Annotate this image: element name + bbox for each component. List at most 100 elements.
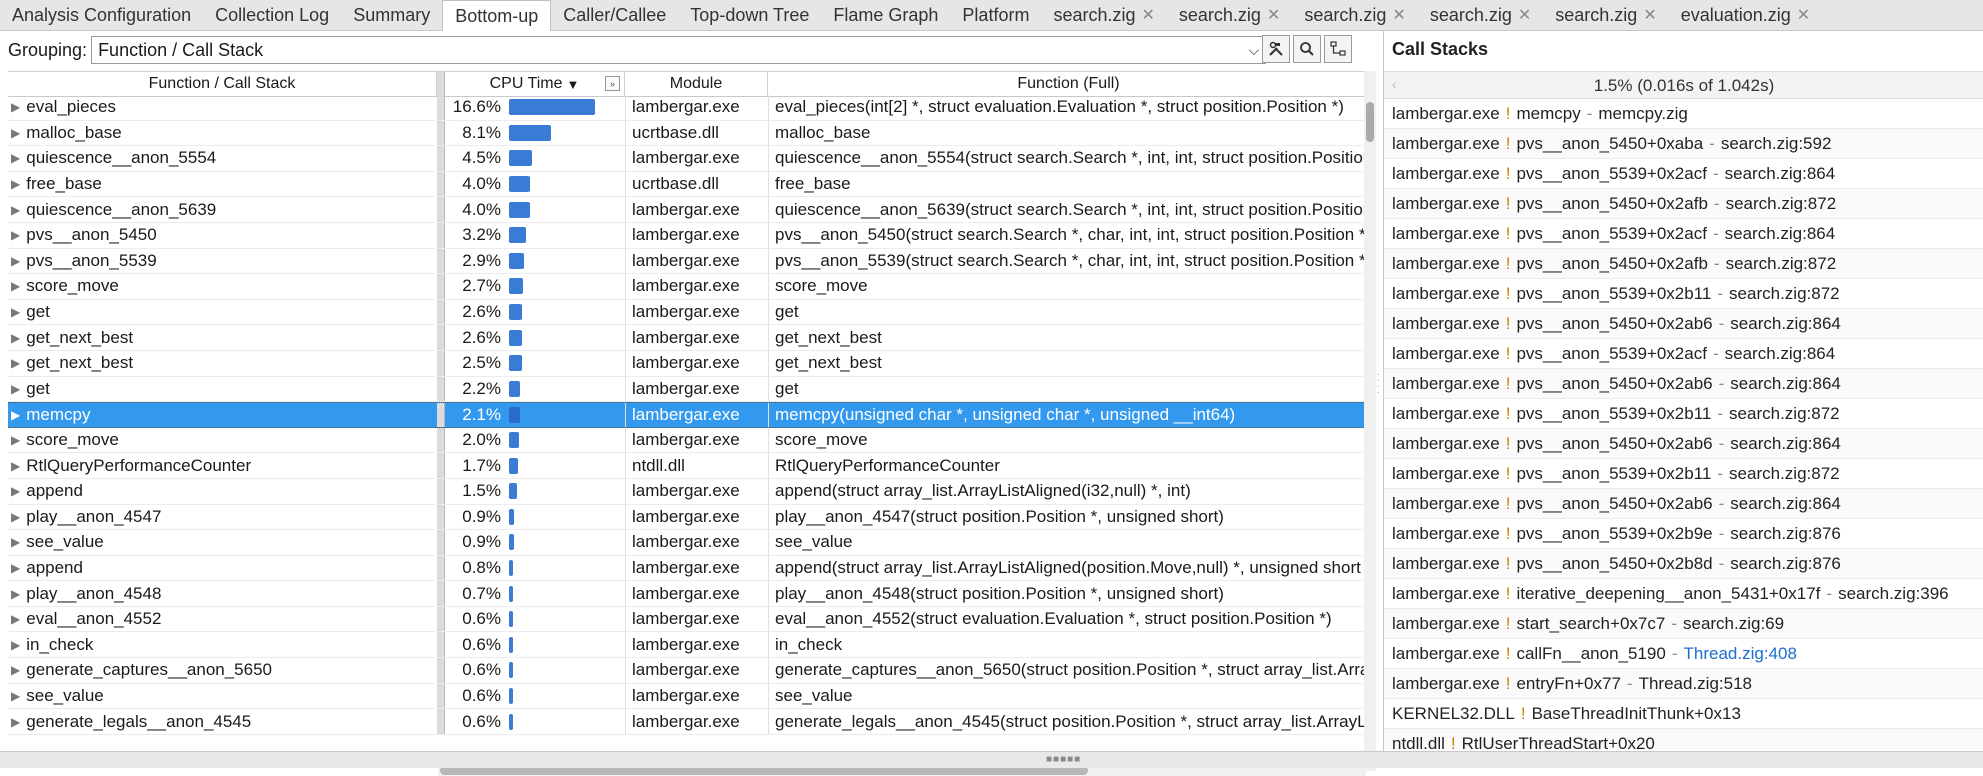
call-stack-frame[interactable]: lambergar.exe! pvs__anon_5539+0x2acf - sear… <box>1384 219 1983 249</box>
tab-caller-callee[interactable]: Caller/Callee <box>551 0 678 30</box>
expand-arrow-icon[interactable]: ▶ <box>11 715 20 729</box>
call-stack-frame[interactable]: lambergar.exe! pvs__anon_5539+0x2acf - sear… <box>1384 339 1983 369</box>
call-stack-frame[interactable]: lambergar.exe! pvs__anon_5450+0x2ab6- sear… <box>1384 489 1983 519</box>
panel-splitter[interactable]: · · · · <box>1375 370 1381 402</box>
expand-arrow-icon[interactable]: ▶ <box>11 228 20 242</box>
call-stack-frame[interactable]: lambergar.exe! pvs__anon_5539+0x2b11- sear… <box>1384 399 1983 429</box>
close-tab-icon[interactable]: ✕ <box>1643 5 1656 25</box>
call-graph-button[interactable] <box>1324 35 1352 63</box>
expand-arrow-icon[interactable]: ▶ <box>11 638 20 652</box>
expand-arrow-icon[interactable]: ▶ <box>11 356 20 370</box>
expand-arrow-icon[interactable]: ▶ <box>11 561 20 575</box>
expand-arrow-icon[interactable]: ▶ <box>11 408 20 422</box>
call-stack-frame[interactable]: lambergar.exe! pvs__anon_5539+0x2b11- sear… <box>1384 459 1983 489</box>
table-row[interactable]: ▶ see_value 0.9% lambergar.exe see_value <box>8 530 1370 556</box>
expand-arrow-icon[interactable]: ▶ <box>11 100 20 114</box>
table-row[interactable]: ▶ malloc_base 8.1% ucrtbase.dll malloc_base <box>8 120 1370 147</box>
bottom-splitter-grip[interactable]: ■■■■■ <box>1046 754 1081 765</box>
tab-top-down-tree[interactable]: Top-down Tree <box>678 0 821 30</box>
column-header-function-full[interactable]: Function (Full) <box>768 72 1370 96</box>
call-stack-frame[interactable]: lambergar.exe! pvs__anon_5450+0x2ab6- sear… <box>1384 429 1983 459</box>
table-row[interactable]: ▶ memcpy 2.1% lambergar.exe memcpy(unsigned … <box>8 402 1370 428</box>
call-stack-frame[interactable]: lambergar.exe! pvs__anon_5539+0x2acf - sear… <box>1384 159 1983 189</box>
table-row[interactable]: ▶ in_check 0.6% lambergar.exe in_check <box>8 632 1370 659</box>
close-tab-icon[interactable]: ✕ <box>1142 5 1155 25</box>
expand-arrow-icon[interactable]: ▶ <box>11 663 20 677</box>
call-stack-frame[interactable]: KERNEL32.DLL! BaseThreadInitThunk+0x13 <box>1384 699 1983 729</box>
table-row[interactable]: ▶ score_move 2.0% lambergar.exe score_move <box>8 427 1370 454</box>
table-row[interactable]: ▶ append 0.8% lambergar.exe append(struct ar… <box>8 555 1370 582</box>
table-row[interactable]: ▶ play__anon_4547 0.9% lambergar.exe play__a… <box>8 504 1370 531</box>
table-row[interactable]: ▶ append 1.5% lambergar.exe append(struct ar… <box>8 478 1370 505</box>
call-stack-frame[interactable]: ntdll.dll! RtlUserThreadStart+0x20 <box>1384 729 1983 749</box>
call-stack-frame[interactable]: lambergar.exe! pvs__anon_5539+0x2b9e - sear… <box>1384 519 1983 549</box>
table-row[interactable]: ▶ quiescence__anon_5639 4.0% lambergar.exe q… <box>8 197 1370 223</box>
call-stack-frame[interactable]: lambergar.exe! entryFn+0x77- Thread.zig:51… <box>1384 669 1983 699</box>
expand-arrow-icon[interactable]: ▶ <box>11 510 20 524</box>
call-stack-frame[interactable]: lambergar.exe! pvs__anon_5450+0x2ab6- sear… <box>1384 309 1983 339</box>
table-row[interactable]: ▶ get_next_best 2.6% lambergar.exe get_next_… <box>8 325 1370 351</box>
column-header-cpu-time[interactable]: CPU Time ▼ » <box>445 72 625 96</box>
tab-search-zig-8[interactable]: search.zig ✕ <box>1041 0 1166 30</box>
tab-platform[interactable]: Platform <box>950 0 1041 30</box>
expand-arrow-icon[interactable]: ▶ <box>11 612 20 626</box>
tab-search-zig-11[interactable]: search.zig ✕ <box>1418 0 1543 30</box>
table-row[interactable]: ▶ generate_legals__anon_4545 0.6% lambergar… <box>8 709 1370 735</box>
close-tab-icon[interactable]: ✕ <box>1392 5 1405 25</box>
expand-arrow-icon[interactable]: ▶ <box>11 305 20 319</box>
expand-column-icon[interactable]: » <box>605 76 620 91</box>
table-row[interactable]: ▶ get 2.2% lambergar.exe get <box>8 376 1370 403</box>
search-button[interactable] <box>1293 35 1321 63</box>
column-header-module[interactable]: Module <box>625 72 768 96</box>
expand-arrow-icon[interactable]: ▶ <box>11 459 20 473</box>
table-row[interactable]: ▶ pvs__anon_5450 3.2% lambergar.exe pvs__ano… <box>8 222 1370 249</box>
table-row[interactable]: ▶ RtlQueryPerformanceCounter 1.7% ntdll.dll… <box>8 453 1370 479</box>
close-tab-icon[interactable]: ✕ <box>1797 5 1810 25</box>
tab-collection-log[interactable]: Collection Log <box>203 0 341 30</box>
table-row[interactable]: ▶ quiescence__anon_5554 4.5% lambergar.exe q… <box>8 146 1370 172</box>
tab-search-zig-10[interactable]: search.zig ✕ <box>1292 0 1417 30</box>
vertical-scrollbar[interactable] <box>1364 71 1376 771</box>
vertical-scroll-thumb[interactable] <box>1366 102 1374 142</box>
call-stack-frame[interactable]: lambergar.exe! memcpy - memcpy.zig <box>1384 99 1983 129</box>
expand-arrow-icon[interactable]: ▶ <box>11 254 20 268</box>
expand-arrow-icon[interactable]: ▶ <box>11 331 20 345</box>
tab-analysis-configuration[interactable]: Analysis Configuration <box>0 0 203 30</box>
table-row[interactable]: ▶ eval_pieces 16.6% lambergar.exe eval_piece… <box>8 95 1370 121</box>
table-row[interactable]: ▶ free_base 4.0% ucrtbase.dll free_base <box>8 171 1370 198</box>
expand-arrow-icon[interactable]: ▶ <box>11 177 20 191</box>
table-row[interactable]: ▶ play__anon_4548 0.7% lambergar.exe play__a… <box>8 581 1370 607</box>
call-stack-frame[interactable]: lambergar.exe! pvs__anon_5539+0x2b11- sear… <box>1384 279 1983 309</box>
table-row[interactable]: ▶ score_move 2.7% lambergar.exe score_move <box>8 274 1370 300</box>
frame-source[interactable]: Thread.zig:408 <box>1684 644 1797 664</box>
table-row[interactable]: ▶ see_value 0.6% lambergar.exe see_value <box>8 683 1370 710</box>
table-row[interactable]: ▶ get_next_best 2.5% lambergar.exe get_next_… <box>8 350 1370 377</box>
column-header-function[interactable]: Function / Call Stack <box>8 72 437 96</box>
call-stack-frame[interactable]: lambergar.exe! callFn__anon_5190- Thread.z… <box>1384 639 1983 669</box>
expand-arrow-icon[interactable]: ▶ <box>11 203 20 217</box>
table-row[interactable]: ▶ pvs__anon_5539 2.9% lambergar.exe pvs__ano… <box>8 248 1370 275</box>
tools-button[interactable] <box>1262 35 1290 63</box>
call-stack-frame[interactable]: lambergar.exe! start_search+0x7c7- search.… <box>1384 609 1983 639</box>
call-stack-frame[interactable]: lambergar.exe! pvs__anon_5450+0xaba - searc… <box>1384 129 1983 159</box>
table-row[interactable]: ▶ get 2.6% lambergar.exe get <box>8 299 1370 326</box>
expand-arrow-icon[interactable]: ▶ <box>11 587 20 601</box>
expand-arrow-icon[interactable]: ▶ <box>11 484 20 498</box>
expand-arrow-icon[interactable]: ▶ <box>11 126 20 140</box>
tab-search-zig-9[interactable]: search.zig ✕ <box>1167 0 1292 30</box>
call-stack-frame[interactable]: lambergar.exe! pvs__anon_5450+0x2afb - sear… <box>1384 249 1983 279</box>
tab-flame-graph[interactable]: Flame Graph <box>821 0 950 30</box>
close-tab-icon[interactable]: ✕ <box>1518 5 1531 25</box>
call-stack-frame[interactable]: lambergar.exe! iterative_deepening__anon_… <box>1384 579 1983 609</box>
table-row[interactable]: ▶ eval__anon_4552 0.6% lambergar.exe eval__a… <box>8 606 1370 633</box>
call-stack-frame[interactable]: lambergar.exe! pvs__anon_5450+0x2b8d - sear… <box>1384 549 1983 579</box>
close-tab-icon[interactable]: ✕ <box>1267 5 1280 25</box>
grouping-select[interactable]: Function / Call Stack ⌵ <box>91 36 1267 64</box>
expand-arrow-icon[interactable]: ▶ <box>11 433 20 447</box>
tab-summary[interactable]: Summary <box>341 0 442 30</box>
expand-arrow-icon[interactable]: ▶ <box>11 151 20 165</box>
expand-arrow-icon[interactable]: ▶ <box>11 382 20 396</box>
expand-arrow-icon[interactable]: ▶ <box>11 535 20 549</box>
table-row[interactable]: ▶ generate_captures__anon_5650 0.6% lamberg… <box>8 658 1370 684</box>
call-stack-frame[interactable]: lambergar.exe! pvs__anon_5450+0x2ab6- sear… <box>1384 369 1983 399</box>
